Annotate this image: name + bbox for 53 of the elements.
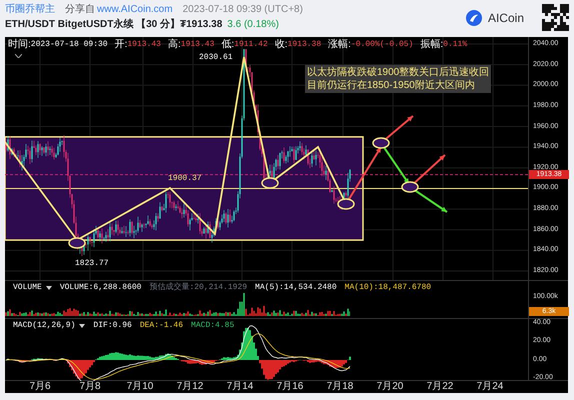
date-label: 7月10	[126, 381, 154, 393]
level-price-label: 1900.37	[168, 174, 202, 184]
field-label: 开:	[114, 39, 128, 51]
note-text: 以太坊隔夜跌破1900整数关口后迅速收回	[307, 66, 490, 79]
logo-text: AICoin	[488, 10, 524, 26]
qr-code-drawing	[542, 4, 569, 31]
date-label: 7月14	[226, 381, 254, 393]
price-change: 3.6 (0.18%)	[227, 18, 279, 31]
field-value: 1913.43	[127, 39, 161, 51]
indicator-selector[interactable]: MACD(12,26,9)	[13, 320, 76, 332]
timestamp: 2023-07-18 09:39 (UTC+8)	[182, 3, 303, 16]
highlight-ring	[337, 198, 355, 210]
field-value: 0.11%	[443, 39, 468, 51]
indicator-reading: 预估成交量:20,214.1929	[149, 282, 248, 294]
symbol-title: ETH/USDT BitgetUSDT永续 【30 分】₮1913.38	[5, 18, 222, 31]
note-text: 目前仍运行在1850-1950附近大区间内	[307, 79, 476, 92]
date-label: 7月18	[326, 381, 354, 393]
field-label: 低:	[221, 39, 234, 51]
date-label: 7月20	[376, 381, 404, 393]
chevron-icon[interactable]	[15, 54, 22, 58]
date-label: 7月12	[176, 381, 204, 393]
field-label: 收:	[274, 39, 288, 51]
field-value: -0.00%(-0.05)	[350, 39, 414, 51]
indicator-reading: VOLUME:6,288.8600	[60, 282, 142, 294]
caret-icon[interactable]	[46, 286, 52, 290]
share-label: 分享自	[65, 3, 95, 16]
indicator-reading: MACD:4.85	[191, 320, 234, 332]
date-label: 7月24	[476, 381, 504, 393]
indicator-reading: MA(5):14,534.2480	[255, 282, 337, 294]
indicator-reading: DIF:0.96	[93, 320, 132, 332]
field-label: 时间:	[8, 39, 31, 51]
date-label: 7月8	[78, 381, 102, 393]
high-price-label: 2030.61	[199, 53, 233, 63]
field-label: 高:	[168, 39, 181, 51]
indicator-selector[interactable]: VOLUME	[13, 282, 42, 294]
highlight-ring	[261, 177, 279, 189]
field-value: 2023-07-18 09:30	[30, 39, 108, 51]
field-value: 1913.38	[288, 39, 322, 51]
field-label: 振幅:	[420, 39, 444, 51]
field-label: 涨幅:	[328, 39, 351, 51]
field-value: 1913.43	[180, 39, 214, 51]
date-label: 7月6	[28, 381, 52, 393]
highlight-ring	[372, 137, 390, 149]
logo-icon	[466, 10, 482, 26]
highlight-ring	[68, 237, 86, 249]
caret-icon[interactable]	[79, 324, 86, 328]
indicator-reading: MA(10):18,487.6780	[344, 282, 432, 294]
low-price-label: 1823.77	[75, 259, 109, 269]
field-value: 1911.42	[234, 39, 268, 51]
date-label: 7月22	[426, 381, 454, 393]
highlight-ring	[401, 181, 419, 193]
indicator-reading: DEA:-1.46	[140, 320, 184, 332]
date-label: 7月16	[276, 381, 304, 393]
